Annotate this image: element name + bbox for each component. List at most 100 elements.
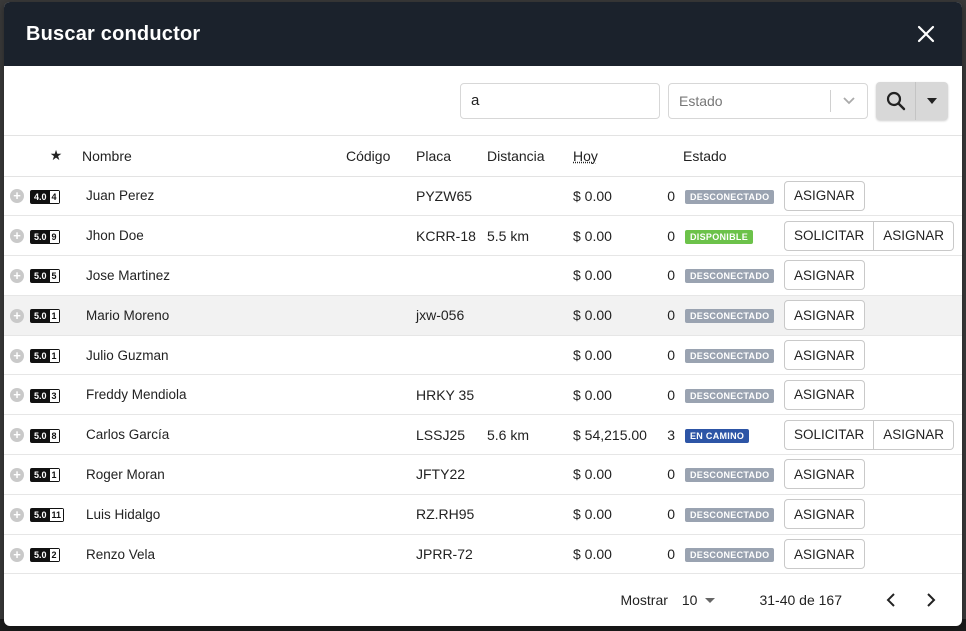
expand-plus-icon[interactable]: +: [10, 547, 24, 562]
driver-distance: [487, 454, 573, 495]
status-cell: DESCONECTADO: [683, 374, 784, 416]
expand-cell: +: [4, 255, 26, 296]
search-button-group: [876, 81, 948, 120]
driver-plate: [416, 335, 487, 376]
expand-plus-icon[interactable]: +: [10, 189, 24, 204]
rating-count: 3: [49, 389, 59, 402]
search-button[interactable]: [876, 81, 916, 120]
driver-trip-count: 0: [653, 534, 683, 575]
rating-value: 5.0: [31, 350, 50, 363]
table-row: +5.0 2 Renzo Vela JPRR-72 $ 0.00 0 DESCONECTAD…: [4, 534, 962, 575]
actions-cell: ASIGNAR: [784, 255, 962, 296]
rating-count: 1: [49, 350, 59, 363]
header-code[interactable]: Código: [346, 136, 416, 177]
expand-plus-icon[interactable]: +: [10, 507, 24, 522]
header-state[interactable]: Estado: [683, 136, 784, 177]
modal-title: Buscar conductor: [26, 22, 201, 45]
header-plate[interactable]: Placa: [416, 136, 487, 177]
expand-cell: +: [4, 215, 26, 257]
header-rating-star[interactable]: ★: [26, 136, 82, 177]
rating-badge: 5.0 9: [30, 229, 60, 244]
asignar-button[interactable]: ASIGNAR: [784, 539, 865, 570]
expand-plus-icon[interactable]: +: [10, 388, 24, 403]
driver-code: [346, 295, 416, 336]
driver-today-amount: $ 0.00: [573, 454, 653, 495]
asignar-button[interactable]: ASIGNAR: [784, 180, 865, 211]
table-row: +4.0 4 Juan Perez PYZW65 $ 0.00 0 DESCONECTADO…: [4, 176, 962, 217]
status-cell: DISPONIBLE: [683, 215, 784, 257]
expand-cell: +: [4, 374, 26, 416]
driver-plate: JFTY22: [416, 454, 487, 495]
expand-plus-icon[interactable]: +: [10, 428, 24, 443]
caret-down-icon: [705, 598, 716, 603]
asignar-button[interactable]: ASIGNAR: [874, 220, 955, 251]
header-distance[interactable]: Distancia: [487, 136, 573, 177]
status-cell: DESCONECTADO: [683, 335, 784, 376]
rating-count: 9: [49, 230, 59, 243]
driver-name: Luis Hidalgo: [82, 494, 346, 535]
driver-trip-count: 0: [653, 215, 683, 257]
header-actions: [784, 136, 962, 177]
asignar-button[interactable]: ASIGNAR: [784, 260, 865, 291]
driver-distance: 5.6 km: [487, 414, 573, 456]
search-options-dropdown[interactable]: [916, 82, 948, 120]
driver-trip-count: 0: [653, 176, 683, 217]
driver-trip-count: 0: [653, 374, 683, 416]
rating-count: 8: [49, 429, 59, 442]
page-size-select[interactable]: 10: [682, 592, 720, 608]
driver-distance: [487, 374, 573, 416]
driver-distance: [487, 176, 573, 217]
status-cell: DESCONECTADO: [683, 534, 784, 575]
asignar-button[interactable]: ASIGNAR: [784, 300, 865, 331]
prev-page-button[interactable]: [874, 583, 908, 617]
asignar-button[interactable]: ASIGNAR: [874, 419, 955, 450]
actions-cell: ASIGNAR: [784, 176, 962, 217]
solicitar-button[interactable]: SOLICITAR: [784, 220, 875, 251]
driver-plate: LSSJ25: [416, 414, 487, 456]
rating-cell: 5.0 5: [26, 255, 82, 296]
asignar-button[interactable]: ASIGNAR: [784, 459, 865, 490]
asignar-button[interactable]: ASIGNAR: [784, 379, 865, 410]
rating-value: 5.0: [31, 509, 50, 522]
state-select[interactable]: Estado: [668, 82, 868, 119]
asignar-button[interactable]: ASIGNAR: [784, 499, 865, 530]
next-page-button[interactable]: [914, 583, 948, 617]
rating-count: 11: [49, 509, 64, 522]
close-button[interactable]: [912, 20, 940, 48]
rating-badge: 5.0 3: [30, 388, 60, 403]
driver-today-amount: $ 0.00: [573, 494, 653, 535]
status-cell: DESCONECTADO: [683, 295, 784, 336]
asignar-button[interactable]: ASIGNAR: [784, 340, 865, 371]
header-today[interactable]: Hoy: [573, 136, 653, 177]
driver-distance: [487, 534, 573, 575]
rating-badge: 5.0 8: [30, 428, 60, 443]
actions-cell: ASIGNAR: [784, 374, 962, 416]
solicitar-button[interactable]: SOLICITAR: [784, 419, 875, 450]
driver-today-amount: $ 0.00: [573, 176, 653, 217]
search-input[interactable]: [460, 82, 660, 119]
header-trips: [653, 136, 683, 177]
expand-plus-icon[interactable]: +: [10, 229, 24, 244]
driver-today-amount: $ 0.00: [573, 534, 653, 575]
header-name[interactable]: Nombre: [82, 136, 346, 177]
driver-name: Julio Guzman: [82, 335, 346, 376]
driver-today-amount: $ 0.00: [573, 374, 653, 416]
driver-code: [346, 374, 416, 416]
rating-count: 5: [49, 270, 59, 283]
status-badge: DISPONIBLE: [685, 229, 754, 244]
expand-plus-icon[interactable]: +: [10, 467, 24, 482]
expand-plus-icon[interactable]: +: [10, 348, 24, 363]
rating-badge: 5.0 1: [30, 309, 60, 324]
driver-today-amount: $ 0.00: [573, 215, 653, 257]
driver-plate: KCRR-18: [416, 215, 487, 257]
driver-plate: [416, 255, 487, 296]
expand-plus-icon[interactable]: +: [10, 268, 24, 283]
driver-trip-count: 0: [653, 335, 683, 376]
expand-plus-icon[interactable]: +: [10, 308, 24, 323]
rating-badge: 5.0 11: [30, 508, 65, 523]
driver-distance: [487, 494, 573, 535]
table-row: +5.0 8 Carlos García LSSJ25 5.6 km $ 54,215.0…: [4, 414, 962, 456]
status-badge: DESCONECTADO: [685, 548, 775, 563]
driver-today-amount: $ 54,215.00: [573, 414, 653, 456]
status-cell: EN CAMINO: [683, 414, 784, 456]
